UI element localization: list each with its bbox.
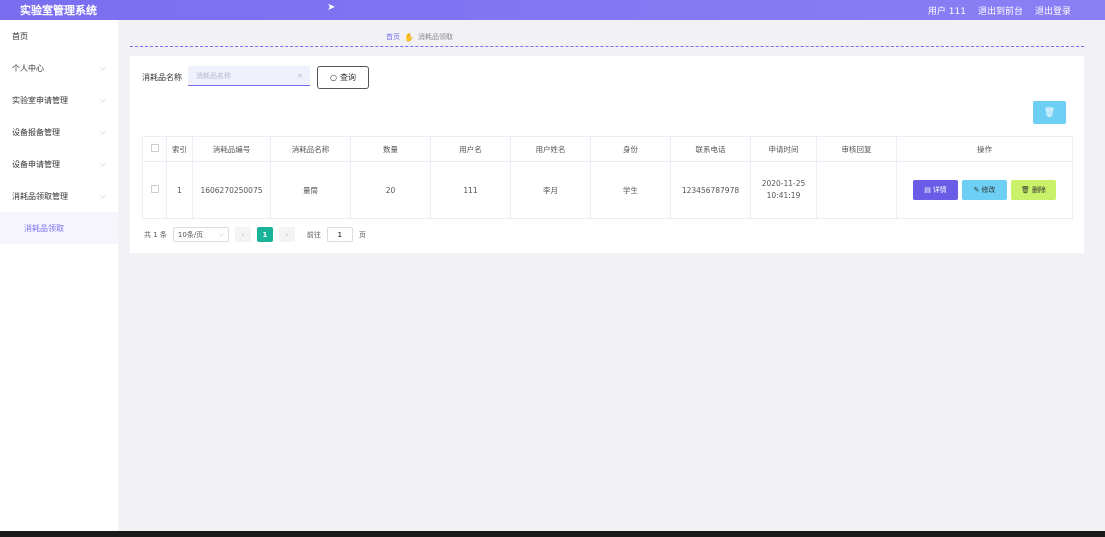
chevron-down-icon: ⌵ <box>99 127 106 136</box>
cell-phone: 123456787978 <box>670 161 751 219</box>
col-header: 联系电话 <box>670 136 751 162</box>
document-icon: ▤ <box>924 186 931 194</box>
breadcrumb: 首页 ✋ 消耗品领取 <box>386 32 453 42</box>
col-header: 数量 <box>350 136 431 162</box>
cell-role: 学生 <box>590 161 671 219</box>
page-number-active[interactable]: 1 <box>256 227 273 242</box>
top-bar: 实验室管理系统 用户 111 退出到前台 退出登录 <box>0 0 1105 20</box>
trash-icon: 🗑 <box>1021 186 1030 194</box>
sidebar-item-device-apply[interactable]: 设备申请管理 ⌵ <box>0 148 118 180</box>
cell-name: 量筒 <box>270 161 351 219</box>
logout-link[interactable]: 退出登录 <box>1035 4 1071 17</box>
cell-qty: 20 <box>350 161 431 219</box>
back-to-front-link[interactable]: 退出到前台 <box>978 4 1023 17</box>
search-icon: ⌕ <box>298 71 303 80</box>
col-header: 申请时间 <box>750 136 817 162</box>
page-unit-label: 页 <box>358 230 366 239</box>
chevron-down-icon: ⌵ <box>218 230 224 238</box>
query-button[interactable]: ○ 查询 <box>317 66 369 89</box>
col-header: 审核回复 <box>816 136 897 162</box>
data-table: 索引 消耗品编号 消耗品名称 数量 用户名 用户姓名 身份 联系电话 申请时间 … <box>142 136 1073 219</box>
edit-button[interactable]: ✎ 修改 <box>962 180 1007 200</box>
col-header: 索引 <box>166 136 193 162</box>
mouse-cursor-icon: ➤ <box>327 2 336 13</box>
breadcrumb-current: 消耗品领取 <box>417 33 453 41</box>
chevron-right-icon: › <box>285 230 289 239</box>
search-icon: ○ <box>330 73 337 82</box>
col-header: 操作 <box>896 136 1073 162</box>
col-header: 消耗品编号 <box>192 136 271 162</box>
user-label: 用户 111 <box>927 6 966 17</box>
detail-button[interactable]: ▤ 详情 <box>913 180 958 200</box>
batch-delete-button[interactable]: 🗑 <box>1033 101 1066 124</box>
select-all-checkbox[interactable] <box>150 144 159 152</box>
main-panel: 消耗品名称 ⌕ ○ 查询 🗑 索引 消耗品编号 消耗品名称 数量 用户名 用户姓… <box>130 56 1084 253</box>
detail-label: 详情 <box>932 186 947 194</box>
chevron-left-icon: ‹ <box>241 230 245 239</box>
sidebar-item-home[interactable]: 首页 <box>0 20 118 52</box>
trash-icon: 🗑 <box>1043 107 1056 118</box>
cell-realname: 李月 <box>510 161 591 219</box>
prev-page-button[interactable]: ‹ <box>234 227 251 242</box>
goto-page-input[interactable] <box>326 227 353 242</box>
chevron-down-icon: ⌵ <box>99 159 106 168</box>
chevron-down-icon: ⌵ <box>99 191 106 200</box>
sidebar-item-label: 实验室申请管理 <box>12 95 68 105</box>
sidebar-subitem-consumable-receive[interactable]: 消耗品领取 <box>0 212 118 244</box>
table-row: 1 1606270250075 量筒 20 111 李月 学生 12345678… <box>142 161 1073 219</box>
divider <box>130 46 1084 47</box>
page-size-select[interactable]: 10条/页 ⌵ <box>172 227 229 242</box>
sidebar-item-device-report[interactable]: 设备报备管理 ⌵ <box>0 116 118 148</box>
page-size-value: 10条/页 <box>177 230 204 239</box>
sidebar-item-lab-apply[interactable]: 实验室申请管理 ⌵ <box>0 84 118 116</box>
bottom-bar <box>0 531 1105 537</box>
pagination: 共 1 条 10条/页 ⌵ ‹ 1 › 前往 页 <box>144 227 366 242</box>
sidebar-item-personal[interactable]: 个人中心 ⌵ <box>0 52 118 84</box>
chevron-down-icon: ⌵ <box>99 95 106 104</box>
search-input[interactable] <box>188 66 310 86</box>
cell-index: 1 <box>166 161 193 219</box>
goto-label: 前往 <box>306 230 321 239</box>
edit-label: 修改 <box>981 186 996 194</box>
sidebar-item-label: 消耗品领取管理 <box>12 191 68 201</box>
top-links: 用户 111 退出到前台 退出登录 <box>928 0 1071 20</box>
col-header: 用户姓名 <box>510 136 591 162</box>
sidebar-item-label: 首页 <box>12 31 28 41</box>
row-checkbox[interactable] <box>150 185 159 193</box>
hand-icon: ✋ <box>404 32 414 42</box>
chevron-down-icon: ⌵ <box>99 63 106 72</box>
sidebar-item-consumable[interactable]: 消耗品领取管理 ⌵ <box>0 180 118 212</box>
col-header: 身份 <box>590 136 671 162</box>
query-button-label: 查询 <box>339 73 356 82</box>
row-select-cell[interactable] <box>142 161 167 219</box>
sidebar-item-label: 个人中心 <box>12 63 44 73</box>
cell-code: 1606270250075 <box>192 161 271 219</box>
cell-ops: ▤ 详情 ✎ 修改 🗑 删除 <box>896 161 1073 219</box>
next-page-button[interactable]: › <box>278 227 295 242</box>
total-count: 共 1 条 <box>144 230 167 239</box>
cell-reply <box>816 161 897 219</box>
sidebar: 首页 个人中心 ⌵ 实验室申请管理 ⌵ 设备报备管理 ⌵ 设备申请管理 ⌵ 消耗… <box>0 20 118 532</box>
select-all-cell[interactable] <box>142 136 167 162</box>
table-header-row: 索引 消耗品编号 消耗品名称 数量 用户名 用户姓名 身份 联系电话 申请时间 … <box>142 136 1073 162</box>
col-header: 消耗品名称 <box>270 136 351 162</box>
search-label: 消耗品名称 <box>142 73 182 82</box>
edit-icon: ✎ <box>973 186 980 194</box>
sidebar-item-label: 设备申请管理 <box>12 159 60 169</box>
app-title: 实验室管理系统 <box>20 4 97 17</box>
cell-time: 2020-11-25 10:41:19 <box>750 161 817 219</box>
cell-username: 111 <box>430 161 511 219</box>
col-header: 用户名 <box>430 136 511 162</box>
delete-button[interactable]: 🗑 删除 <box>1011 180 1056 200</box>
sidebar-item-label: 设备报备管理 <box>12 127 60 137</box>
delete-label: 删除 <box>1031 186 1046 194</box>
breadcrumb-home[interactable]: 首页 <box>386 32 400 42</box>
